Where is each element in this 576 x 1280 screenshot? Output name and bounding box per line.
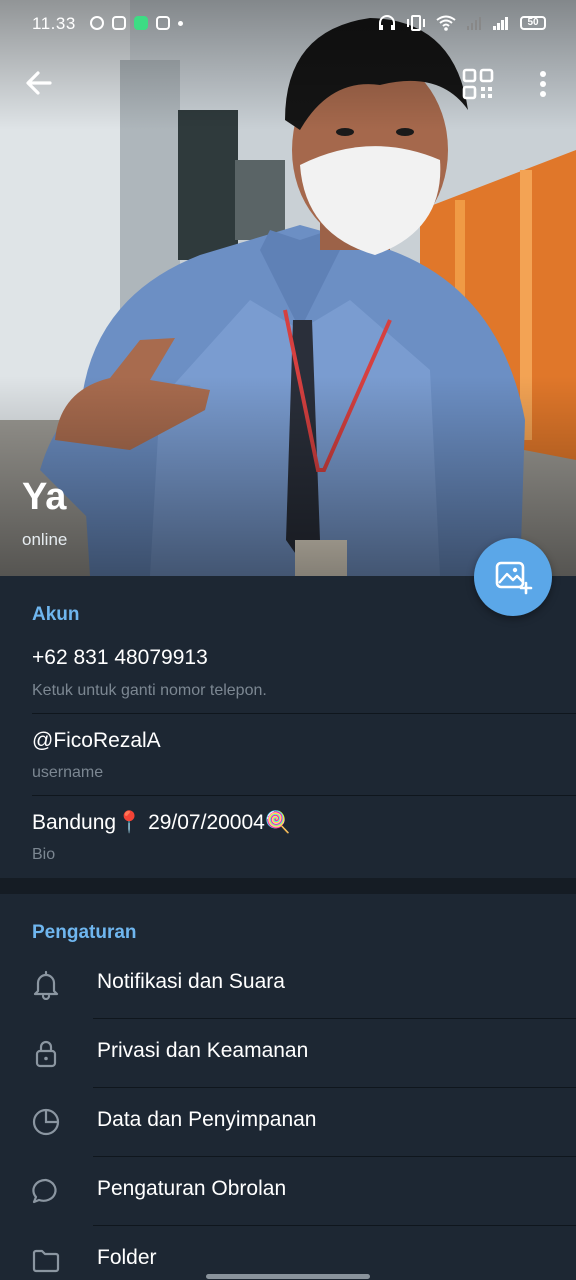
username-row[interactable]: @FicoRezalA username — [0, 714, 576, 794]
vibrate-icon — [407, 15, 425, 31]
account-section-header: Akun — [32, 604, 80, 625]
phone-hint: Ketuk untuk ganti nomor telepon. — [32, 682, 267, 699]
settings-item-data-storage[interactable]: Data dan Penyimpanan — [0, 1088, 576, 1157]
settings-item-chat[interactable]: Pengaturan Obrolan — [0, 1157, 576, 1226]
settings-section-header: Pengaturan — [32, 922, 137, 943]
bio-row[interactable]: Bandung📍 29/07/20004🍭 Bio — [0, 796, 576, 876]
bio-value: Bandung📍 29/07/20004🍭 — [32, 811, 291, 834]
app-notification-icon — [134, 16, 148, 30]
settings-item-label: Pengaturan Obrolan — [97, 1177, 287, 1200]
profile-name: Ya — [22, 476, 67, 518]
add-photo-icon — [495, 561, 533, 595]
notification-icon — [90, 16, 104, 30]
settings-item-label: Privasi dan Keamanan — [97, 1039, 309, 1062]
bio-label: Bio — [32, 846, 56, 863]
profile-screen: 11.33 50 Ya online Akun +62 831 48079913… — [0, 0, 576, 1280]
pie-chart-icon — [32, 1108, 60, 1136]
more-options-icon[interactable] — [532, 68, 554, 100]
section-separator — [0, 878, 576, 894]
username-label: username — [32, 764, 104, 781]
phone-row[interactable]: +62 831 48079913 Ketuk untuk ganti nomor… — [0, 632, 576, 712]
home-indicator[interactable] — [206, 1274, 370, 1279]
lock-icon — [35, 1040, 57, 1068]
signal-off-icon — [467, 17, 481, 30]
qr-code-icon[interactable] — [462, 68, 494, 100]
status-bar: 11.33 50 — [0, 0, 576, 48]
settings-item-label: Notifikasi dan Suara — [97, 970, 285, 993]
settings-section: Pengaturan Notifikasi dan Suara Privasi … — [0, 894, 576, 1280]
back-arrow-icon[interactable] — [22, 66, 56, 100]
profile-photo[interactable]: 11.33 50 Ya online — [0, 0, 576, 576]
headphones-icon — [379, 15, 395, 30]
settings-item-label: Data dan Penyimpanan — [97, 1108, 317, 1131]
settings-item-notifications[interactable]: Notifikasi dan Suara — [0, 950, 576, 1019]
signal-icon — [493, 17, 508, 30]
profile-status: online — [22, 530, 68, 549]
battery-indicator: 50 — [520, 16, 546, 30]
notification-icons — [90, 16, 183, 30]
username-value: @FicoRezalA — [32, 729, 161, 752]
folder-icon — [32, 1249, 60, 1273]
discord-icon — [112, 16, 126, 30]
more-notifications-dot — [178, 20, 183, 26]
settings-item-privacy[interactable]: Privasi dan Keamanan — [0, 1019, 576, 1088]
system-icons: 50 — [378, 15, 546, 31]
app-notification-icon-2 — [156, 16, 170, 30]
set-profile-photo-button[interactable] — [474, 538, 552, 616]
status-time: 11.33 — [32, 14, 76, 33]
phone-number: +62 831 48079913 — [32, 646, 208, 669]
settings-item-label: Folder — [97, 1246, 157, 1269]
account-section: Akun +62 831 48079913 Ketuk untuk ganti … — [0, 576, 576, 878]
wifi-icon — [436, 15, 456, 31]
bell-icon — [33, 970, 59, 1000]
settings-item-folder[interactable]: Folder — [0, 1226, 576, 1280]
chat-bubble-icon — [32, 1178, 57, 1204]
